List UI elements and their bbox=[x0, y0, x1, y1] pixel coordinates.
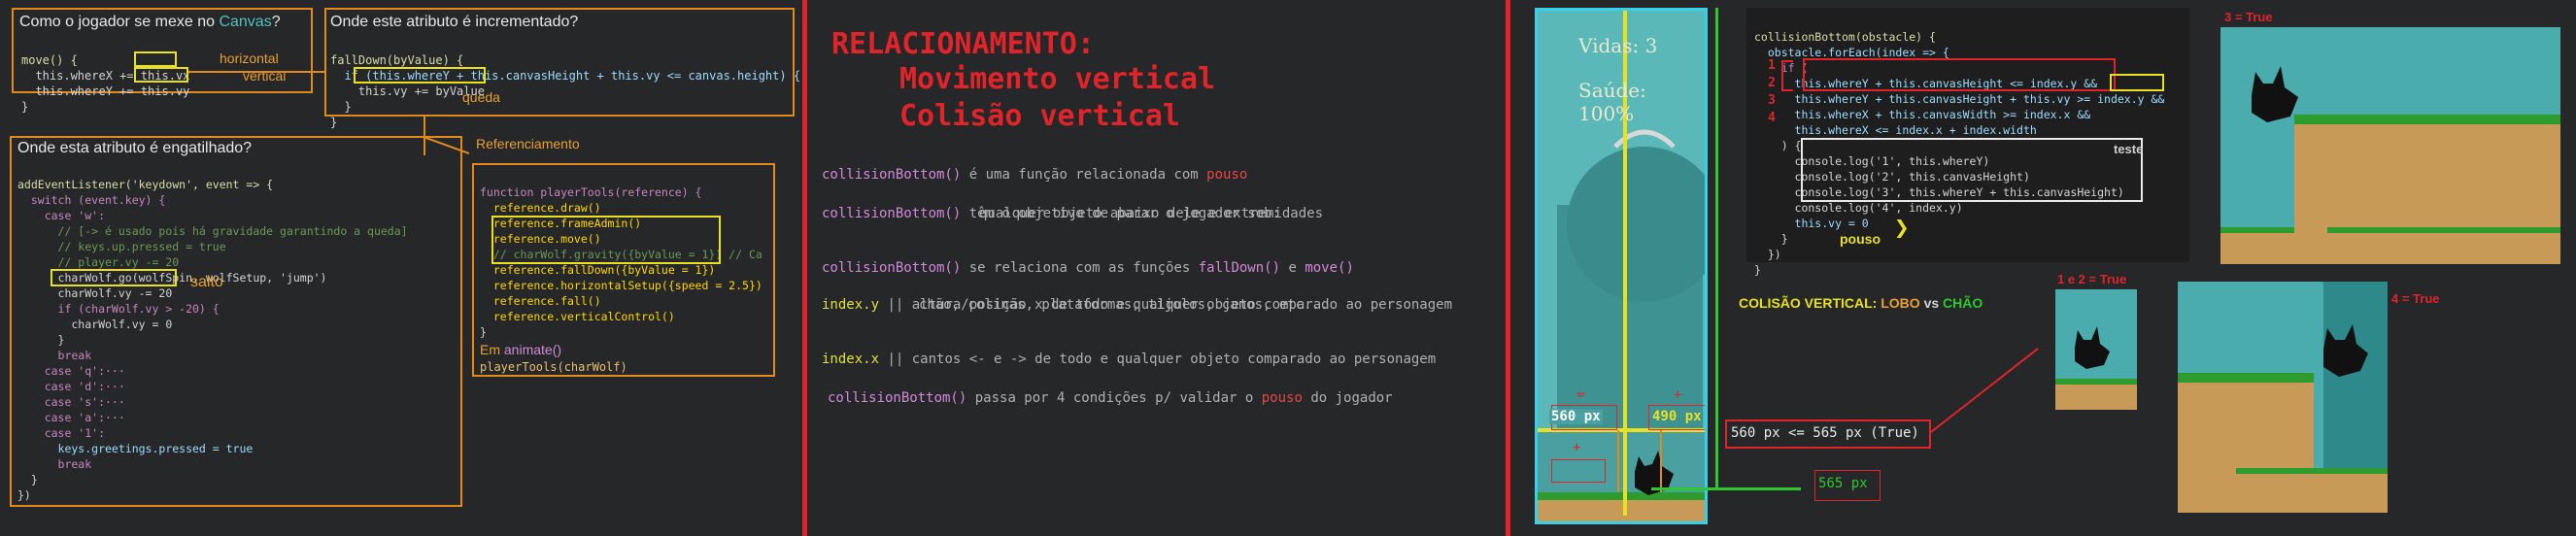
label-teste: teste bbox=[2114, 142, 2144, 156]
middle-line-1: collisionBottom() é uma função relaciona… bbox=[822, 167, 1248, 183]
small-red-box bbox=[1551, 459, 1606, 483]
red-connector bbox=[1930, 348, 2039, 433]
label-4-true: 4 = True bbox=[2391, 291, 2440, 306]
colisao-vertical-label: COLISÃO VERTICAL: LOBO vs CHÃO bbox=[1739, 295, 1983, 311]
middle-line-3: collisionBottom() se relaciona com as fu… bbox=[822, 260, 1354, 276]
lives-text: Vidas: 3 bbox=[1578, 34, 1658, 57]
note-salto: salto bbox=[190, 274, 223, 290]
right-eq: + bbox=[1674, 387, 1682, 403]
label-referenciamento: Referenciamento bbox=[476, 136, 580, 151]
middle-line-5: index.x || cantos <- e -> de todo e qual… bbox=[822, 352, 1437, 367]
middle-title-3: Colisão vertical bbox=[899, 99, 1180, 133]
middle-line-6: collisionBottom() passa por 4 condições … bbox=[828, 390, 1393, 406]
highlight-vy bbox=[134, 67, 188, 83]
cond-num-1: 1 bbox=[1768, 58, 1776, 73]
highlight-cond-y bbox=[1803, 58, 2116, 91]
game-canvas: Vidas: 3 Saúde: 100% = 560 px + 490 px + bbox=[1535, 8, 1708, 524]
cond-num-2: 2 bbox=[1768, 76, 1776, 90]
highlight-console-block bbox=[1801, 138, 2143, 202]
orange-marker-1 bbox=[1617, 430, 1619, 492]
separator-right bbox=[1506, 0, 1510, 536]
note-queda: queda bbox=[462, 89, 500, 105]
label-pouso: pouso bbox=[1840, 231, 1881, 247]
highlight-vx bbox=[134, 51, 177, 67]
box-player-movement-title: Como o jogador se mexe no Canvas? bbox=[19, 14, 281, 30]
label-1e2-true: 1 e 2 = True bbox=[2057, 272, 2127, 286]
px565-label: 565 px bbox=[1818, 476, 1868, 491]
health-text: Saúde: 100% bbox=[1578, 79, 1646, 125]
left-eq: = bbox=[1576, 387, 1585, 403]
screenshot-3-true bbox=[2220, 27, 2560, 264]
orange-marker-2 bbox=[1660, 430, 1662, 492]
cond-num-3: 3 bbox=[1768, 93, 1776, 108]
connector-line bbox=[188, 71, 324, 73]
plus-small: + bbox=[1573, 440, 1581, 455]
screenshot-1e2-true bbox=[2055, 289, 2137, 410]
footer-playertools-call: playerTools(charWolf) bbox=[480, 360, 627, 374]
separator-left bbox=[802, 0, 807, 536]
middle-title-2: Movimento vertical bbox=[899, 62, 1216, 96]
cond-num-4: 4 bbox=[1768, 111, 1776, 125]
highlight-vy-increment bbox=[354, 67, 486, 84]
note-horizontal: horizontal bbox=[220, 50, 279, 66]
left-px: 560 px bbox=[1549, 409, 1603, 424]
middle-line-2b: qualquer objeto abaixo dele e extremidad… bbox=[979, 206, 1324, 221]
screenshot-4-true bbox=[2178, 282, 2388, 513]
green-line-horizontal bbox=[1651, 487, 1801, 490]
right-px: 490 px bbox=[1652, 409, 1702, 424]
footer-animate: Em animate() bbox=[480, 342, 562, 357]
highlight-index-y bbox=[2110, 74, 2164, 91]
bracket-1 bbox=[1781, 60, 1793, 91]
box-fall-down-title: Onde este atributo é incrementado? bbox=[330, 14, 579, 30]
box-keydown-title: Onde esta atributo é engatilhado? bbox=[17, 140, 253, 156]
label-3-true: 3 = True bbox=[2224, 10, 2273, 24]
chevron-right-icon: ❯ bbox=[1894, 214, 1910, 243]
middle-line-4b: chão, colinas, plataformas, tijolos, can… bbox=[919, 297, 1329, 313]
falldown-code: fallDown(byValue) { if (this.whereY + th… bbox=[330, 53, 801, 129]
compare-text: 560 px <= 565 px (True) bbox=[1731, 425, 1919, 441]
highlight-jump bbox=[51, 269, 177, 286]
keydown-code: addEventListener('keydown', event => { s… bbox=[17, 178, 408, 502]
green-line-vertical bbox=[1715, 8, 1718, 489]
middle-title-1: RELACIONAMENTO: bbox=[831, 27, 1095, 61]
highlight-move-falldown bbox=[491, 216, 721, 264]
